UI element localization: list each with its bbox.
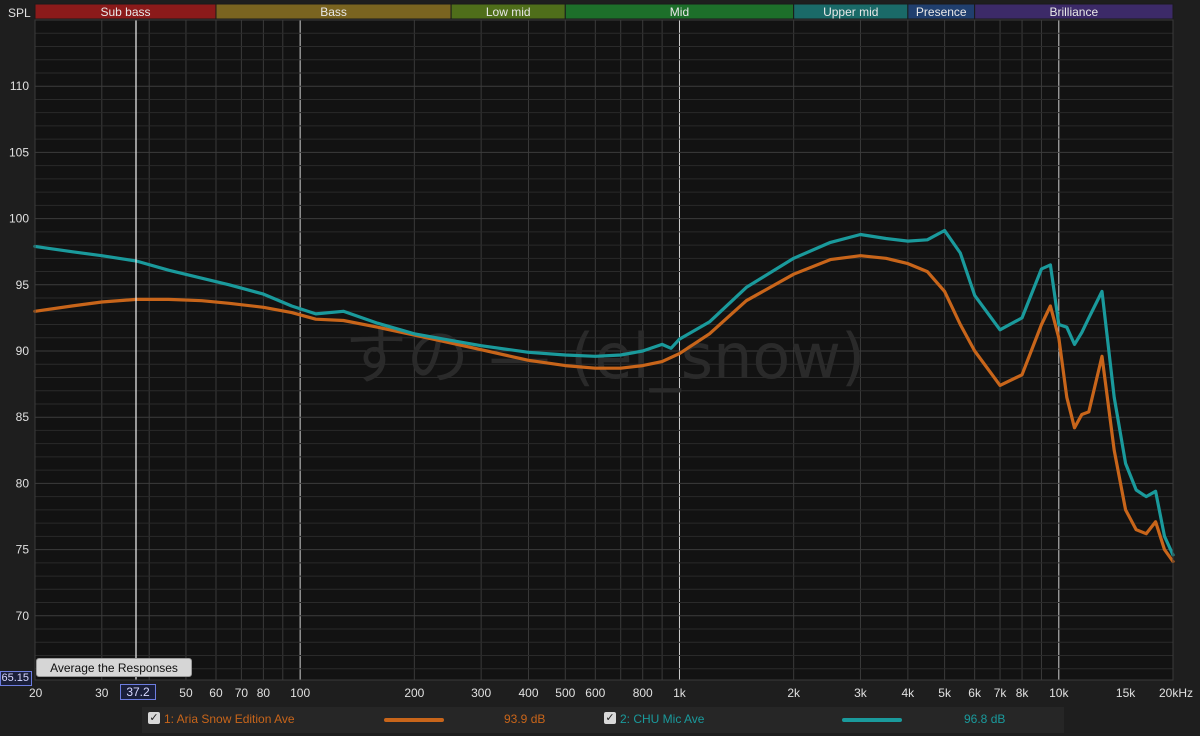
x-tick-label: 400 [519,686,539,700]
x-tick-label: 15k [1116,686,1136,700]
series-2-swatch [842,718,902,722]
band-label: Sub bass [100,5,150,19]
y-tick-label: 80 [16,476,30,490]
band-label: Brilliance [1049,5,1098,19]
x-tick-label: 20 [29,686,43,700]
x-cursor-readout: 37.2 [120,684,156,700]
x-tick-label: 20kHz [1159,686,1193,700]
series-1-level: 93.9 dB [504,712,546,726]
x-tick-label: 200 [404,686,424,700]
y-tick-label: 70 [16,609,30,623]
frequency-response-chart: Sub bass Bass Low mid Mid Upper mid Presence B… [0,0,1200,736]
x-tick-label: 80 [257,686,271,700]
x-tick-label: 8k [1016,686,1030,700]
y-tick-label: 100 [9,212,29,226]
y-cursor-readout: 65.15 [0,671,32,686]
x-tick-label: 30 [95,686,109,700]
y-tick-label: 95 [16,278,30,292]
series-1-checkbox[interactable]: ✓ [148,712,160,724]
y-axis-label: SPL [8,6,31,20]
band-label: Mid [670,5,689,19]
x-tick-label: 300 [471,686,491,700]
series-2-label: 2: CHU Mic Ave [620,712,705,726]
series-2-level: 96.8 dB [964,712,1006,726]
x-tick-label: 7k [994,686,1008,700]
x-tick-label: 500 [555,686,575,700]
band-label: Bass [320,5,347,19]
x-tick-label: 2k [787,686,801,700]
y-tick-label: 85 [16,410,30,424]
x-tick-label: 6k [968,686,982,700]
y-tick-label: 90 [16,344,30,358]
x-tick-label: 600 [585,686,605,700]
x-tick-label: 100 [290,686,310,700]
x-tick-label: 5k [938,686,952,700]
x-tick-label: 800 [633,686,653,700]
series-1-label: 1: Aria Snow Edition Ave [164,712,295,726]
y-tick-label: 105 [9,145,29,159]
x-tick-label: 3k [854,686,868,700]
y-tick-label: 75 [16,543,30,557]
x-tick-label: 70 [235,686,249,700]
band-label: Presence [916,5,967,19]
series-2-checkbox[interactable]: ✓ [604,712,616,724]
average-responses-button[interactable]: Average the Responses [36,658,192,677]
legend: ✓ 1: Aria Snow Edition Ave 93.9 dB ✓ 2: … [142,707,1064,733]
x-tick-label: 60 [209,686,223,700]
x-tick-label: 1k [673,686,687,700]
series-1-swatch [384,718,444,722]
x-tick-label: 4k [902,686,916,700]
x-tick-label: 10k [1049,686,1069,700]
band-label: Upper mid [823,5,878,19]
y-tick-label: 110 [10,79,29,93]
band-label: Low mid [486,5,531,19]
x-tick-label: 50 [179,686,193,700]
